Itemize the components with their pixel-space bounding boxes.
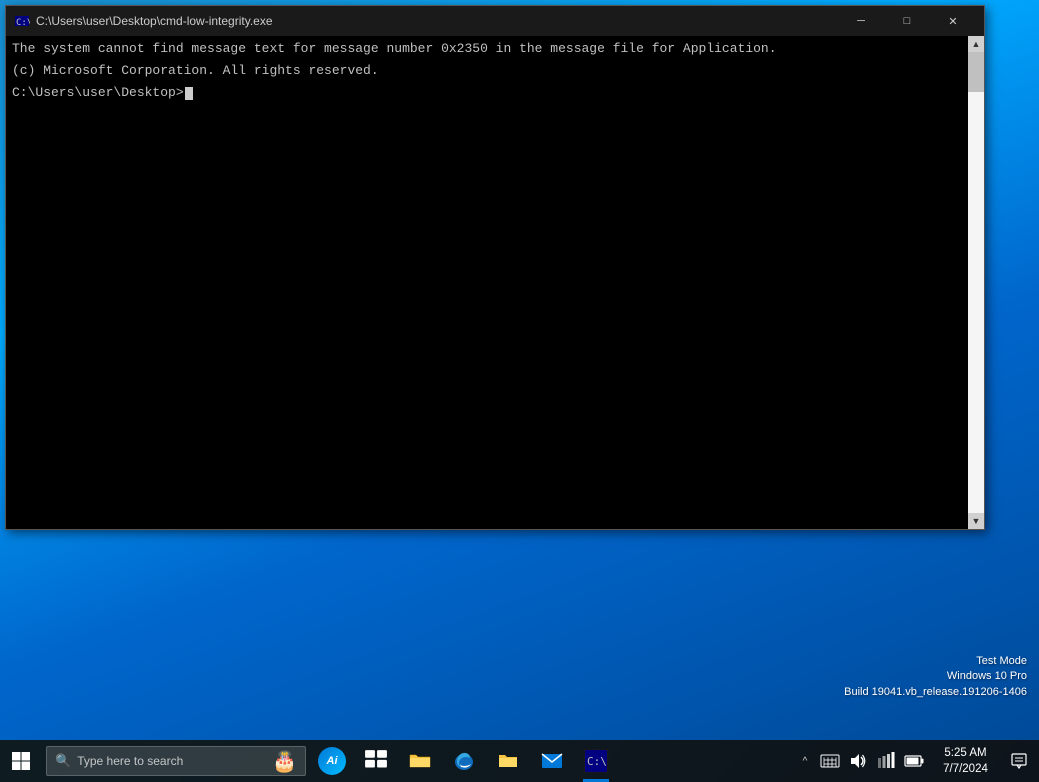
scrollbar-down-button[interactable]: ▼ [968, 513, 984, 529]
cake-decoration-icon: 🎂 [272, 749, 297, 774]
cmd-cursor [185, 87, 193, 100]
clock-area[interactable]: 5:25 AM 7/7/2024 [928, 740, 1003, 782]
cmd-line-2: (c) Microsoft Corporation. All rights re… [12, 62, 962, 80]
cortana-icon: Ai [318, 747, 346, 775]
test-mode-watermark: Test Mode Windows 10 Pro Build 19041.vb_… [844, 654, 1027, 700]
taskbar-items: Ai [306, 740, 794, 782]
task-view-icon [364, 749, 388, 773]
cmd-body[interactable]: The system cannot find message text for … [6, 36, 984, 529]
keyboard-icon[interactable] [816, 740, 844, 782]
mail-button[interactable] [530, 740, 574, 782]
minimize-button[interactable]: ─ [838, 6, 884, 36]
cmd-titlebar: C:\ C:\Users\user\Desktop\cmd-low-integr… [6, 6, 984, 36]
watermark-line1: Test Mode [844, 654, 1027, 669]
close-button[interactable]: ✕ [930, 6, 976, 36]
maximize-button[interactable]: □ [884, 6, 930, 36]
taskbar: 🔍 Type here to search 🎂 Ai [0, 740, 1039, 782]
clock-time: 5:25 AM [944, 745, 986, 761]
file-explorer-icon [408, 749, 432, 773]
watermark-line2: Windows 10 Pro [844, 669, 1027, 684]
battery-icon [904, 754, 924, 768]
explorer2-icon [496, 749, 520, 773]
system-tray: ^ [794, 740, 1039, 782]
action-center-button[interactable] [1003, 740, 1035, 782]
network-icon [877, 752, 895, 770]
svg-text:C:\: C:\ [16, 18, 30, 28]
explorer2-button[interactable] [486, 740, 530, 782]
watermark-line3: Build 19041.vb_release.191206-1406 [844, 685, 1027, 700]
cmd-controls: ─ □ ✕ [838, 6, 976, 36]
battery-button[interactable] [900, 740, 928, 782]
tray-expand-icon: ^ [803, 756, 808, 767]
volume-button[interactable] [844, 740, 872, 782]
edge-button[interactable] [442, 740, 486, 782]
cmd-line-3: C:\Users\user\Desktop> [12, 84, 962, 102]
taskbar-search-bar[interactable]: 🔍 Type here to search 🎂 [46, 746, 306, 776]
cortana-label: Ai [327, 755, 338, 767]
search-icon: 🔍 [55, 753, 71, 769]
file-explorer-button[interactable] [398, 740, 442, 782]
cortana-button[interactable]: Ai [310, 740, 354, 782]
cmd-scrollbar: ▲ ▼ [968, 36, 984, 529]
action-center-icon [1011, 753, 1027, 769]
edge-icon [452, 749, 476, 773]
task-view-button[interactable] [354, 740, 398, 782]
desktop: C:\ C:\Users\user\Desktop\cmd-low-integr… [0, 0, 1039, 740]
scrollbar-up-button[interactable]: ▲ [968, 36, 984, 52]
cmd-title-icon: C:\ [14, 13, 30, 29]
clock-date: 7/7/2024 [943, 761, 988, 777]
network-button[interactable] [872, 740, 900, 782]
scrollbar-thumb[interactable] [968, 52, 984, 92]
cmd-line-1: The system cannot find message text for … [12, 40, 962, 58]
cmd-taskbar-button[interactable]: C:\ [574, 740, 618, 782]
cmd-window: C:\ C:\Users\user\Desktop\cmd-low-integr… [5, 5, 985, 530]
cmd-taskbar-icon: C:\ [584, 749, 608, 773]
windows-logo-icon [12, 752, 30, 770]
svg-text:C:\: C:\ [587, 755, 607, 768]
volume-icon [849, 752, 867, 770]
tray-expand-button[interactable]: ^ [794, 740, 816, 782]
cmd-content: The system cannot find message text for … [6, 36, 968, 529]
cmd-prompt-text: C:\Users\user\Desktop> [12, 85, 184, 100]
mail-icon [540, 749, 564, 773]
cmd-title-text: C:\Users\user\Desktop\cmd-low-integrity.… [36, 14, 838, 28]
start-button[interactable] [0, 740, 42, 782]
search-placeholder-text: Type here to search [77, 754, 183, 768]
keyboard-layout-icon [820, 751, 840, 771]
scrollbar-track[interactable] [968, 52, 984, 513]
